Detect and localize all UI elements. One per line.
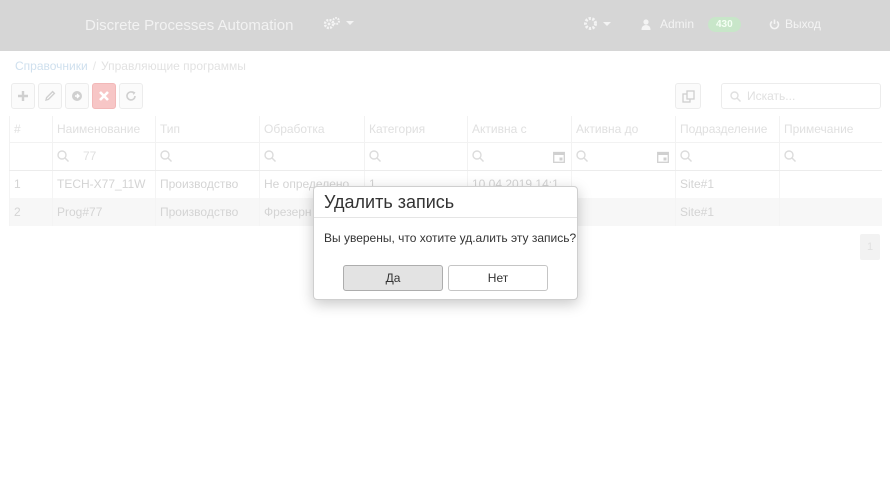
app-title[interactable]: Discrete Processes Automation	[85, 17, 293, 34]
table-cell: TECH-X77_11W	[52, 170, 156, 198]
table-cell: Site#1	[675, 170, 780, 198]
search-icon	[730, 90, 741, 102]
cogs-icon	[323, 17, 340, 30]
filter-processing[interactable]	[259, 142, 365, 171]
tools-menu[interactable]	[323, 16, 354, 30]
search-icon	[576, 150, 588, 162]
column-header[interactable]: Активна с	[467, 116, 572, 143]
breadcrumb-current: Управляющие программы	[101, 59, 246, 73]
confirm-no-button[interactable]: Нет	[448, 265, 548, 291]
circle-arrow-icon	[72, 91, 82, 101]
refresh-button[interactable]	[119, 83, 143, 109]
dialog-title: Удалить запись	[324, 192, 455, 212]
table-cell: Производство	[155, 198, 260, 226]
column-header[interactable]: Наименование	[52, 116, 156, 143]
confirm-yes-button[interactable]: Да	[343, 265, 443, 291]
table-cell: 1	[9, 170, 53, 198]
table-cell: Производство	[155, 170, 260, 198]
column-header[interactable]: Примечание	[779, 116, 882, 143]
navbar: Discrete Processes Automation Admin 430 …	[0, 0, 890, 51]
table-cell	[779, 198, 882, 226]
filter-cell	[9, 142, 53, 171]
column-header[interactable]: Категория	[364, 116, 468, 143]
search-input[interactable]	[747, 89, 867, 103]
filter-value: 77	[83, 149, 97, 163]
search-icon	[369, 150, 381, 162]
copy-icon	[681, 89, 695, 103]
toolbar	[11, 83, 143, 109]
filter-active-to[interactable]	[571, 142, 676, 171]
pencil-icon	[45, 90, 56, 101]
column-header[interactable]: #	[9, 116, 53, 143]
search-icon	[784, 150, 796, 162]
user-name: Admin	[660, 17, 695, 31]
search-icon	[472, 150, 484, 162]
delete-button[interactable]	[92, 83, 116, 109]
gear-icon	[584, 17, 597, 30]
column-header[interactable]: Подразделение	[675, 116, 780, 143]
table-cell	[571, 198, 676, 226]
breadcrumb-separator: /	[92, 59, 97, 73]
search-field[interactable]	[721, 83, 881, 109]
columns-button[interactable]	[675, 83, 701, 109]
header-row: # Наименование Тип Обработка Категория А…	[9, 116, 882, 143]
column-header[interactable]: Тип	[155, 116, 260, 143]
add-button[interactable]	[11, 83, 35, 109]
user-icon	[641, 18, 651, 30]
calendar-icon[interactable]	[657, 151, 669, 163]
filter-category[interactable]	[364, 142, 468, 171]
search-icon	[160, 150, 172, 162]
filter-note[interactable]	[779, 142, 882, 171]
close-icon	[99, 91, 109, 101]
column-header[interactable]: Обработка	[259, 116, 365, 143]
breadcrumb: Справочники / Управляющие программы	[15, 59, 246, 73]
table-cell	[779, 170, 882, 198]
chevron-down-icon	[346, 21, 354, 25]
notification-badge[interactable]: 430	[708, 17, 741, 32]
column-header[interactable]: Активна до	[571, 116, 676, 143]
filter-department[interactable]	[675, 142, 780, 171]
logout-link[interactable]: Выход	[769, 17, 821, 31]
open-button[interactable]	[65, 83, 89, 109]
delete-confirm-dialog: Удалить запись Вы уверены, что хотите уд…	[313, 186, 578, 300]
table-cell: Site#1	[675, 198, 780, 226]
search-icon	[264, 150, 276, 162]
refresh-icon	[126, 91, 136, 101]
table-cell	[571, 170, 676, 198]
table-cell: 2	[9, 198, 53, 226]
filter-type[interactable]	[155, 142, 260, 171]
settings-menu[interactable]	[583, 16, 611, 31]
power-icon	[769, 19, 780, 29]
chevron-down-icon	[603, 21, 611, 26]
logout-label: Выход	[785, 17, 821, 31]
breadcrumb-root[interactable]: Справочники	[15, 59, 88, 73]
pagination-page[interactable]: 1	[860, 234, 880, 260]
user-menu[interactable]: Admin	[641, 17, 694, 31]
filter-name[interactable]: 77	[52, 142, 156, 171]
calendar-icon[interactable]	[553, 151, 565, 163]
plus-icon	[18, 91, 28, 101]
search-icon	[680, 150, 692, 162]
search-icon	[57, 150, 69, 162]
filter-active-from[interactable]	[467, 142, 572, 171]
edit-button[interactable]	[38, 83, 62, 109]
dialog-message: Вы уверены, что хотите уд.алить эту запи…	[324, 231, 577, 245]
dialog-divider	[314, 217, 577, 218]
filter-row: 77	[9, 142, 882, 171]
table-cell: Prog#77	[52, 198, 156, 226]
